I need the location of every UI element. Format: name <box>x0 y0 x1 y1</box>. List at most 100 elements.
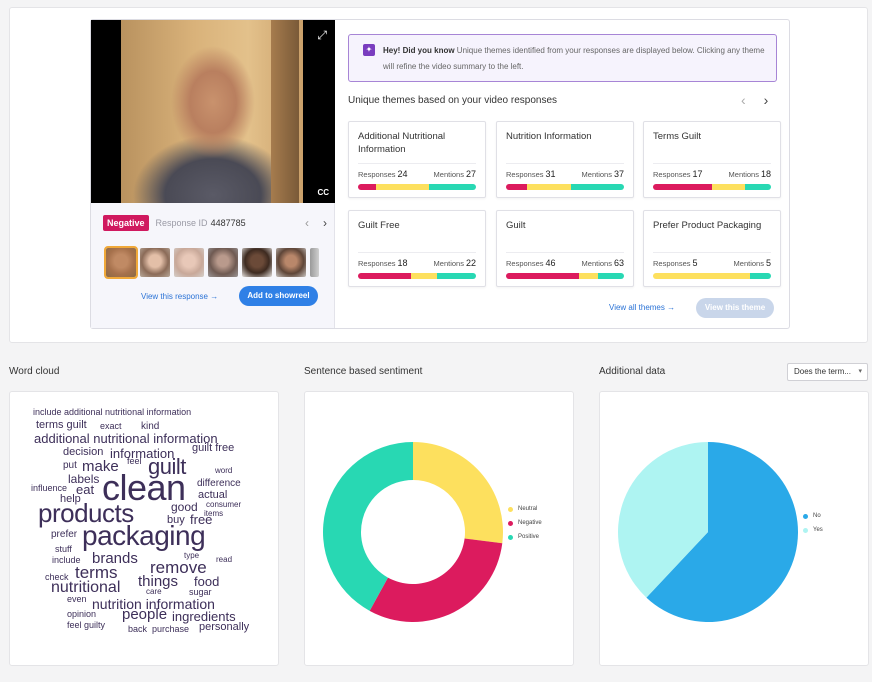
thumbnail[interactable] <box>276 248 306 277</box>
responses-stat: Responses 31 <box>506 169 556 179</box>
responses-label: Responses <box>506 170 544 179</box>
theme-card[interactable]: Guilt Responses 46 Mentions 63 <box>496 210 634 287</box>
thumbnail[interactable] <box>208 248 238 277</box>
divider <box>506 252 624 253</box>
thumbnail[interactable] <box>140 248 170 277</box>
sentiment-panel: Neutral Negative Positive <box>304 391 574 666</box>
legend-label: No <box>813 513 821 519</box>
theme-stats: Responses 24 Mentions 27 <box>358 169 476 179</box>
word-cloud-term[interactable]: consumer <box>206 501 241 509</box>
slice-neutral[interactable] <box>413 442 503 544</box>
word-cloud-term[interactable]: personally <box>199 622 249 633</box>
word-cloud-term[interactable]: packaging <box>82 522 206 550</box>
mentions-label: Mentions <box>433 259 464 268</box>
word-cloud-term[interactable]: exact <box>100 422 122 431</box>
positive-segment <box>570 184 624 190</box>
negative-segment <box>358 273 412 279</box>
word-cloud-term[interactable]: people <box>122 607 167 622</box>
word-cloud-term[interactable]: feel guilty <box>67 621 105 630</box>
expand-icon[interactable]: ⤢ <box>317 28 327 43</box>
thumbnail[interactable] <box>174 248 204 277</box>
theme-card[interactable]: Guilt Free Responses 18 Mentions 22 <box>348 210 486 287</box>
theme-name: Guilt <box>506 220 526 231</box>
video-player[interactable]: ⤢ CC <box>91 20 335 203</box>
positive-segment <box>598 273 624 279</box>
word-cloud-term[interactable]: include additional nutritional informati… <box>33 408 191 417</box>
sentiment-bar <box>653 184 771 190</box>
word-cloud-term[interactable]: purchase <box>152 625 189 634</box>
word-cloud-term[interactable]: influence <box>31 484 67 493</box>
word-cloud-term[interactable]: guilt free <box>192 443 234 454</box>
closed-captions-button[interactable]: CC <box>317 188 329 197</box>
response-meta: Negative Response ID 4487785 ‹ › <box>103 214 327 232</box>
theme-card[interactable]: Prefer Product Packaging Responses 5 Mentio… <box>643 210 781 287</box>
sentiment-legend: Neutral Negative Positive <box>508 506 542 548</box>
word-cloud-panel: include additional nutritional informati… <box>9 391 279 666</box>
positive-segment <box>428 184 476 190</box>
responses-stat: Responses 17 <box>653 169 703 179</box>
responses-count: 18 <box>397 258 408 268</box>
additional-data-dropdown[interactable]: Does the term... ▾ <box>787 363 868 381</box>
negative-segment <box>358 184 376 190</box>
word-cloud-term[interactable]: care <box>146 588 162 596</box>
tip-banner: ✦ Hey! Did you know Unique themes identi… <box>348 34 777 82</box>
responses-stat: Responses 24 <box>358 169 408 179</box>
chevron-right-icon[interactable]: › <box>323 216 327 230</box>
chevron-left-icon[interactable]: ‹ <box>741 92 746 108</box>
mentions-count: 5 <box>765 258 771 268</box>
theme-card[interactable]: Terms Guilt Responses 17 Mentions 18 <box>643 121 781 198</box>
thumbnail[interactable] <box>310 248 319 277</box>
responses-label: Responses <box>653 259 691 268</box>
word-cloud-term[interactable]: difference <box>197 479 241 489</box>
chevron-down-icon: ▾ <box>858 368 862 375</box>
mentions-stat: Mentions 22 <box>434 258 476 268</box>
theme-stats: Responses 46 Mentions 63 <box>506 258 624 268</box>
legend-label: Negative <box>518 520 542 526</box>
theme-card[interactable]: Additional Nutritional Information Respon… <box>348 121 486 198</box>
lightbulb-icon: ✦ <box>363 44 375 56</box>
legend-swatch <box>508 506 513 512</box>
legend-label: Yes <box>813 527 823 533</box>
chevron-right-icon[interactable]: › <box>764 92 769 108</box>
sentiment-donut-chart <box>323 442 503 622</box>
word-cloud-term[interactable]: stuff <box>55 545 72 554</box>
word-cloud-term[interactable]: terms guilt <box>36 420 87 431</box>
word-cloud: include additional nutritional informati… <box>10 392 280 667</box>
divider <box>358 252 476 253</box>
responses-count: 31 <box>545 169 556 179</box>
legend-label: Neutral <box>518 506 538 512</box>
word-cloud-term[interactable]: prefer <box>51 530 77 540</box>
chevron-left-icon[interactable]: ‹ <box>305 216 309 230</box>
word-cloud-term[interactable]: decision <box>63 447 103 458</box>
word-cloud-term[interactable]: feel <box>127 457 142 466</box>
slice-negative[interactable] <box>369 538 503 622</box>
responses-label: Responses <box>358 259 396 268</box>
word-cloud-term[interactable]: even <box>67 595 87 604</box>
themes-nav: ‹ › <box>741 92 768 108</box>
legend-item: Yes <box>803 527 823 533</box>
word-cloud-term[interactable]: put <box>63 461 77 471</box>
responses-count: 24 <box>397 169 408 179</box>
responses-count: 46 <box>545 258 556 268</box>
view-theme-button[interactable]: View this theme <box>696 298 774 318</box>
add-to-showreel-button[interactable]: Add to showreel <box>239 286 318 306</box>
theme-card[interactable]: Nutrition Information Responses 31 Mentions… <box>496 121 634 198</box>
word-cloud-term[interactable]: read <box>216 556 232 564</box>
legend-swatch <box>508 520 513 526</box>
view-all-themes-link[interactable]: View all themes → <box>609 303 675 312</box>
view-response-link[interactable]: View this response → <box>141 292 218 301</box>
negative-segment <box>506 273 580 279</box>
theme-name: Terms Guilt <box>653 131 702 142</box>
divider <box>653 163 771 164</box>
thumbnail[interactable] <box>104 246 138 279</box>
responses-label: Responses <box>653 170 691 179</box>
divider <box>653 252 771 253</box>
word-cloud-term[interactable]: opinion <box>67 610 96 619</box>
response-nav: ‹ › <box>305 216 327 230</box>
legend-swatch <box>508 534 513 540</box>
word-cloud-term[interactable]: back <box>128 625 147 634</box>
word-cloud-term[interactable]: word <box>215 467 232 475</box>
word-cloud-term[interactable]: additional nutritional information <box>34 432 218 445</box>
theme-stats: Responses 31 Mentions 37 <box>506 169 624 179</box>
thumbnail[interactable] <box>242 248 272 277</box>
